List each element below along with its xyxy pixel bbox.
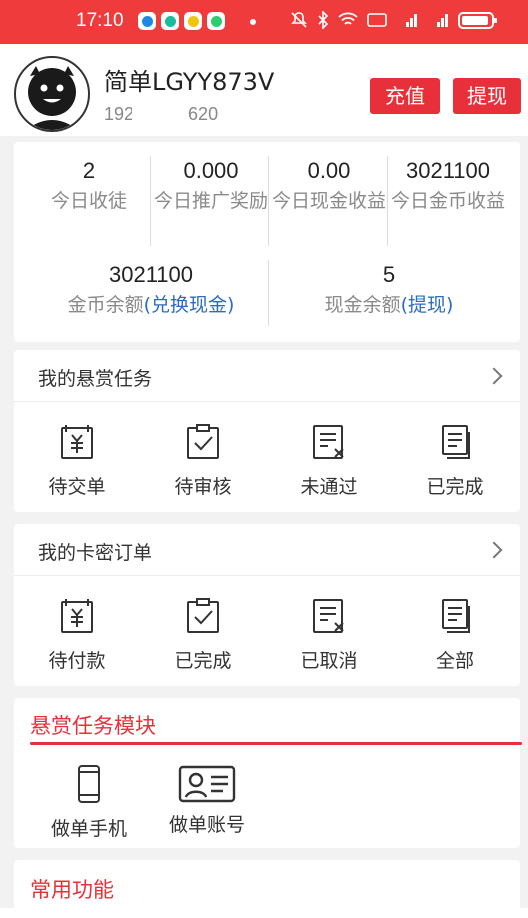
stat-label: 今日现金收益 [272, 190, 387, 212]
app-notification-icon [207, 12, 225, 30]
stat-label: 现金余额(提现) [272, 292, 506, 318]
signal-4g-icon [437, 14, 448, 27]
earnings-stats-card: 2 今日收徒 0.000 今日推广奖励 0.00 今日现金收益 3021100 … [14, 142, 520, 342]
username: 简单LGYY873V [104, 68, 275, 96]
order-pending-payment[interactable]: 待付款 [14, 596, 140, 673]
exchange-cash-link[interactable]: (兑换现金) [144, 294, 235, 316]
profile-header: 简单LGYY873V 192 620 充值 提现 [0, 44, 528, 136]
task-pending-review[interactable]: 待审核 [140, 422, 266, 499]
divider [268, 260, 269, 326]
notification-app-icons [138, 12, 225, 30]
stat-today-recruits: 2 今日收徒 [32, 158, 146, 214]
more-notifications-dot [250, 19, 256, 25]
divider [268, 156, 269, 246]
grid-label: 全部 [435, 650, 474, 672]
task-rejected[interactable]: 未通过 [266, 422, 392, 499]
all-stack-icon [442, 599, 470, 633]
order-all[interactable]: 全部 [392, 596, 518, 673]
stat-label: 今日推广奖励 [154, 190, 269, 212]
id-card-icon [178, 765, 236, 803]
stat-value: 3021100 [108, 262, 193, 287]
grid-label: 待交单 [48, 476, 106, 498]
order-cancelled[interactable]: 已取消 [266, 596, 392, 673]
cash-balance-label: 现金余额 [324, 294, 401, 316]
task-completed[interactable]: 已完成 [392, 422, 518, 499]
stat-today-promo-reward: 0.000 今日推广奖励 [154, 158, 268, 214]
grid-label: 已完成 [174, 650, 232, 672]
stat-value: 0.00 [307, 158, 351, 183]
grid-label: 做单账号 [168, 814, 245, 836]
yuan-doc-icon [61, 599, 93, 633]
stat-today-coin-income: 3021100 今日金币收益 [391, 158, 505, 214]
avatar-face-icon [26, 66, 78, 130]
section-title: 我的卡密订单 [38, 542, 153, 564]
phone-number: 192 620 [104, 104, 218, 125]
rejected-doc-icon [313, 425, 344, 459]
divider [150, 156, 151, 246]
app-notification-icon [138, 12, 156, 30]
stat-value: 0.000 [183, 158, 239, 183]
status-time: 17:10 [76, 10, 124, 31]
bluetooth-icon [318, 11, 329, 29]
stat-value: 2 [82, 158, 96, 183]
stat-label: 金币余额(兑换现金) [34, 292, 268, 318]
divider [387, 156, 388, 246]
grid-label: 已完成 [426, 476, 484, 498]
withdraw-link[interactable]: (提现) [401, 294, 454, 316]
stat-value: 5 [382, 262, 396, 287]
module-underline [30, 742, 522, 745]
yuan-doc-icon [61, 425, 93, 459]
module-title: 悬赏任务模块 [30, 714, 156, 738]
mute-icon [291, 12, 307, 28]
recharge-button[interactable]: 充值 [370, 78, 440, 114]
bounty-tasks-card: 我的悬赏任务 待交单 待审核 未通过 已完成 [14, 350, 520, 512]
app-notification-icon [161, 12, 179, 30]
module-work-account[interactable]: 做单账号 [144, 764, 270, 837]
withdraw-button[interactable]: 提现 [453, 78, 521, 114]
phone-mask [132, 107, 191, 124]
stat-label: 今日金币收益 [391, 190, 506, 212]
coin-balance-label: 金币余额 [67, 294, 144, 316]
module-title: 常用功能 [30, 878, 114, 902]
module-work-phone[interactable]: 做单手机 [26, 764, 152, 841]
task-pending-submit[interactable]: 待交单 [14, 422, 140, 499]
grid-label: 做单手机 [50, 818, 127, 840]
stat-label: 今日收徒 [50, 190, 127, 212]
app-notification-icon [184, 12, 202, 30]
stat-coin-balance: 3021100 金币余额(兑换现金) [34, 262, 268, 318]
grid-label: 未通过 [300, 476, 358, 498]
hd-icon [367, 13, 387, 27]
stat-cash-balance: 5 现金余额(提现) [272, 262, 506, 318]
avatar[interactable] [14, 56, 90, 132]
chevron-right-icon [485, 367, 503, 385]
stat-today-cash-income: 0.00 今日现金收益 [272, 158, 386, 214]
section-title: 我的悬赏任务 [38, 368, 153, 390]
check-clipboard-icon [187, 424, 219, 459]
cancelled-doc-icon [313, 599, 344, 633]
battery-icon [458, 11, 497, 29]
phone-prefix: 192 [104, 104, 135, 124]
signal-5g-icon [406, 14, 417, 27]
bounty-tasks-header[interactable]: 我的悬赏任务 [14, 350, 520, 402]
check-clipboard-icon [187, 598, 219, 633]
card-orders-card: 我的卡密订单 待付款 已完成 已取消 全部 [14, 524, 520, 686]
card-orders-header[interactable]: 我的卡密订单 [14, 524, 520, 576]
grid-label: 已取消 [300, 650, 358, 672]
order-completed[interactable]: 已完成 [140, 596, 266, 673]
chevron-right-icon [485, 541, 503, 559]
status-bar: 17:10 [0, 0, 528, 44]
stat-value: 3021100 [405, 158, 490, 183]
bounty-module-card: 悬赏任务模块 做单手机 做单账号 [14, 698, 522, 848]
done-stack-icon [442, 425, 470, 459]
mobile-phone-icon [78, 765, 100, 803]
grid-label: 待审核 [174, 476, 232, 498]
bottom-nav-bar [0, 908, 528, 918]
status-indicators [290, 11, 497, 29]
grid-label: 待付款 [48, 650, 106, 672]
phone-suffix: 620 [188, 104, 219, 124]
wifi-icon [338, 12, 358, 25]
